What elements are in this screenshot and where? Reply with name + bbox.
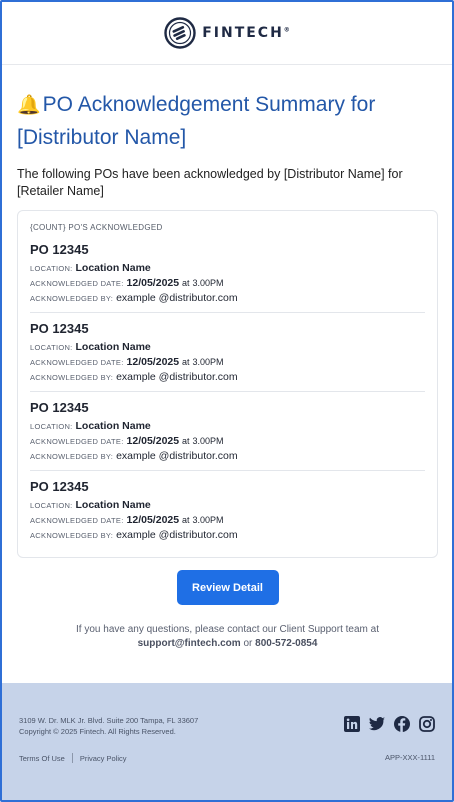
po-ack-by: ACKNOWLEDGED BY: example @distributor.co… <box>30 450 238 462</box>
field-label: ACKNOWLEDGED BY: <box>30 452 114 461</box>
field-label: ACKNOWLEDGED DATE: <box>30 358 124 367</box>
po-title: PO 12345 <box>30 242 89 257</box>
field-label: ACKNOWLEDGED DATE: <box>30 279 124 288</box>
app-id: APP-XXX-1111 <box>384 753 435 762</box>
page-title: 🔔PO Acknowledgement Summary for [Distrib… <box>17 93 376 149</box>
linkedin-icon[interactable] <box>343 715 361 733</box>
po-ack-by: ACKNOWLEDGED BY: example @distributor.co… <box>30 292 238 304</box>
po-count-label: {COUNT} PO'S ACKNOWLEDGED <box>30 223 163 232</box>
field-label: at <box>182 278 190 288</box>
brand-logo: FINTECH® <box>164 17 290 49</box>
field-label: ACKNOWLEDGED BY: <box>30 373 114 382</box>
po-ack-by: ACKNOWLEDGED BY: example @distributor.co… <box>30 371 238 383</box>
review-detail-button[interactable]: Review Detail <box>176 570 279 605</box>
field-label: ACKNOWLEDGED DATE: <box>30 516 124 525</box>
privacy-link[interactable]: Privacy Policy <box>80 754 127 763</box>
instagram-icon[interactable] <box>418 715 436 733</box>
field-label: LOCATION: <box>30 343 73 352</box>
field-label: at <box>182 515 190 525</box>
po-ack-date: ACKNOWLEDGED DATE: 12/05/2025 at 3.00PM <box>30 435 224 447</box>
po-ack-by: ACKNOWLEDGED BY: example @distributor.co… <box>30 529 238 541</box>
po-title: PO 12345 <box>30 400 89 415</box>
bell-icon: 🔔 <box>17 95 41 116</box>
intro-text: The following POs have been acknowledged… <box>17 167 403 198</box>
po-ack-date: ACKNOWLEDGED DATE: 12/05/2025 at 3.00PM <box>30 514 224 526</box>
po-ack-date: ACKNOWLEDGED DATE: 12/05/2025 at 3.00PM <box>30 277 224 289</box>
po-location: LOCATION: Location Name <box>30 499 151 511</box>
support-email-link[interactable]: support@fintech.com <box>138 638 241 649</box>
po-item: PO 12345 LOCATION: Location Name ACKNOWL… <box>30 242 425 313</box>
field-label: ACKNOWLEDGED BY: <box>30 531 114 540</box>
po-location: LOCATION: Location Name <box>30 420 151 432</box>
field-label: at <box>182 357 190 367</box>
field-label: LOCATION: <box>30 422 73 431</box>
email-frame: FINTECH® 🔔PO Acknowledgement Summary for… <box>0 0 454 802</box>
po-title: PO 12345 <box>30 321 89 336</box>
header: FINTECH® <box>2 2 452 65</box>
po-item: PO 12345 LOCATION: Location Name ACKNOWL… <box>30 321 425 392</box>
footer-links: Terms Of Use Privacy Policy <box>19 753 127 763</box>
field-label: LOCATION: <box>30 501 73 510</box>
main-content: 🔔PO Acknowledgement Summary for [Distrib… <box>2 65 452 651</box>
footer-divider <box>71 753 73 763</box>
po-item: PO 12345 LOCATION: Location Name ACKNOWL… <box>30 479 425 549</box>
po-summary-card: {COUNT} PO'S ACKNOWLEDGED PO 12345 LOCAT… <box>17 210 438 558</box>
po-location: LOCATION: Location Name <box>30 341 151 353</box>
po-title: PO 12345 <box>30 479 89 494</box>
field-label: at <box>182 436 190 446</box>
footer-address: 3109 W. Dr. MLK Jr. Blvd. Suite 200 Tamp… <box>19 716 199 736</box>
po-location: LOCATION: Location Name <box>30 262 151 274</box>
po-item: PO 12345 LOCATION: Location Name ACKNOWL… <box>30 400 425 471</box>
brand-name: FINTECH® <box>202 25 290 41</box>
support-text: If you have any questions, please contac… <box>76 624 379 649</box>
field-label: LOCATION: <box>30 264 73 273</box>
po-list: PO 12345 LOCATION: Location Name ACKNOWL… <box>30 242 425 549</box>
field-label: ACKNOWLEDGED BY: <box>30 294 114 303</box>
field-label: ACKNOWLEDGED DATE: <box>30 437 124 446</box>
twitter-icon[interactable] <box>368 715 386 733</box>
social-links <box>343 715 436 733</box>
fintech-logo-icon <box>164 17 196 49</box>
support-phone-link[interactable]: 800-572-0854 <box>255 638 317 649</box>
facebook-icon[interactable] <box>393 715 411 733</box>
footer: 3109 W. Dr. MLK Jr. Blvd. Suite 200 Tamp… <box>2 683 452 800</box>
terms-link[interactable]: Terms Of Use <box>19 754 65 763</box>
po-ack-date: ACKNOWLEDGED DATE: 12/05/2025 at 3.00PM <box>30 356 224 368</box>
